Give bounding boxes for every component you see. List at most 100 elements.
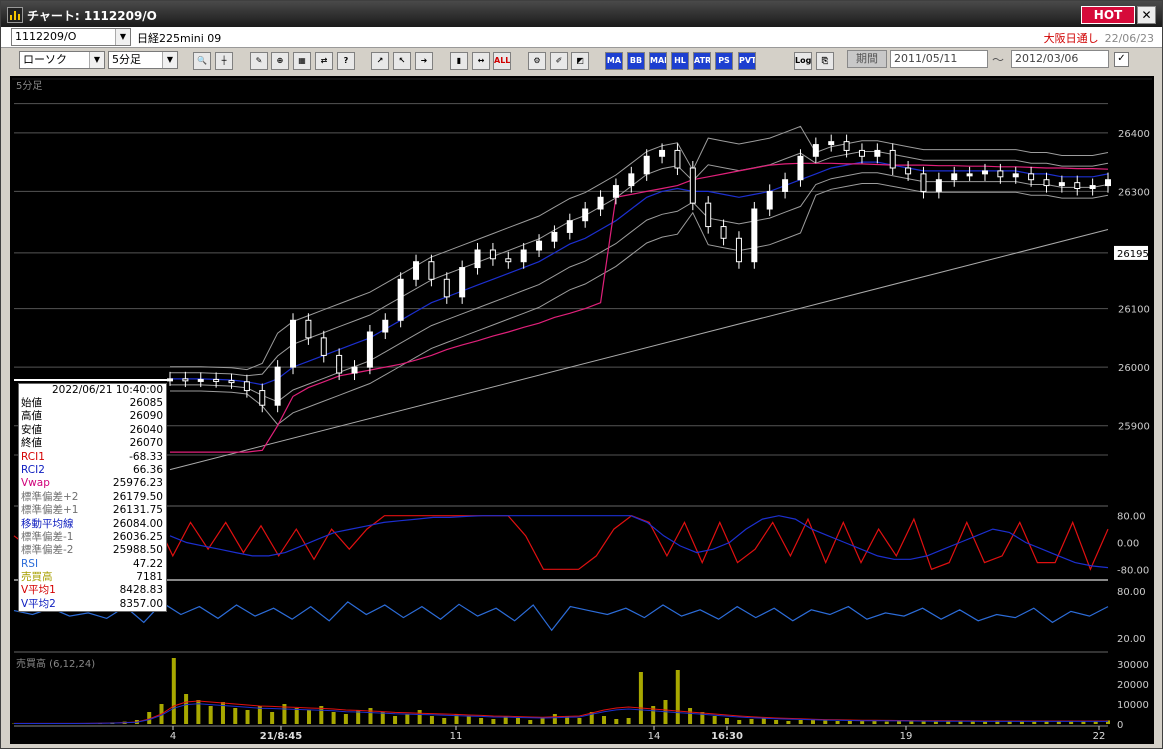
- volume-bar: [270, 712, 275, 724]
- volume-bar: [393, 716, 398, 724]
- candle-body: [812, 144, 819, 157]
- bollinger-band-line: [170, 151, 1109, 377]
- compare-icon[interactable]: ⇄: [315, 52, 333, 70]
- candle-body: [905, 167, 912, 175]
- data-window-row: RCI1 -68.33: [19, 451, 166, 464]
- volume-tick-label: 30000: [1117, 660, 1149, 671]
- info-icon[interactable]: ?: [337, 52, 355, 70]
- magnify-icon[interactable]: ⊕: [271, 52, 289, 70]
- candle-body: [643, 155, 650, 175]
- atr-icon[interactable]: ATR: [693, 52, 711, 70]
- symbol-combo[interactable]: 1112209/O ▼: [11, 28, 131, 46]
- period-checkbox[interactable]: ✓: [1114, 52, 1129, 67]
- volume-title: 売買高 (6,12,24): [16, 657, 95, 670]
- grid-icon[interactable]: ▦: [293, 52, 311, 70]
- chevron-down-icon[interactable]: ▼: [115, 29, 130, 45]
- candle-body: [228, 380, 235, 384]
- hot-button[interactable]: HOT: [1081, 6, 1135, 24]
- chart-window: チャート: 1112209/O HOT ✕ 1112209/O ▼ 日経225m…: [0, 0, 1163, 749]
- volume-bar: [184, 694, 189, 724]
- volume-bar: [626, 718, 631, 724]
- rci-tick-label: 80.00: [1117, 512, 1146, 523]
- settings-icon[interactable]: ⚙: [528, 52, 546, 70]
- candle-body: [551, 231, 558, 242]
- export-icon[interactable]: ⎘: [816, 52, 834, 70]
- volume-bar: [577, 718, 582, 724]
- volume-bar: [1032, 721, 1037, 724]
- bb-icon[interactable]: BB: [627, 52, 645, 70]
- trend-icon[interactable]: ↗: [371, 52, 389, 70]
- price-tick-label: 26000: [1118, 363, 1150, 374]
- candle-body: [520, 249, 527, 263]
- data-window-row: 高値 26090: [19, 410, 166, 423]
- data-window-value: 8428.83: [119, 584, 163, 597]
- volume-bar: [688, 708, 693, 724]
- volume-bar: [884, 721, 889, 724]
- volume-bar: [798, 720, 803, 724]
- volume-tick-label: 0: [1117, 720, 1123, 731]
- data-window-row: RSI 47.22: [19, 558, 166, 571]
- candle-body: [274, 366, 281, 406]
- data-window-value: 26090: [129, 410, 163, 423]
- ma-icon[interactable]: MA: [605, 52, 623, 70]
- candle-body: [1043, 179, 1050, 187]
- data-window-value: 26084.00: [112, 517, 163, 530]
- candle-body: [705, 202, 712, 228]
- rsi-tick-label: 20.00: [1117, 634, 1146, 645]
- mae-icon[interactable]: MAE: [649, 52, 667, 70]
- data-window-row: 標準偏差+1 26131.75: [19, 504, 166, 517]
- title-bar[interactable]: チャート: 1112209/O HOT ✕: [1, 1, 1162, 27]
- candle-body: [1105, 179, 1111, 187]
- candle-body: [413, 261, 420, 280]
- candle-body: [935, 179, 942, 192]
- volume-bar: [294, 708, 299, 724]
- data-window-value: 26179.50: [112, 490, 163, 503]
- data-window-value: 26085: [129, 397, 163, 409]
- interval-select[interactable]: 5分足 ▼: [108, 51, 178, 69]
- chart-area[interactable]: 5分足 26400 26300 26100 26000 25900 26195 80.00 0.…: [10, 76, 1154, 744]
- pvt-icon[interactable]: PVT: [738, 52, 756, 70]
- exchange-date: 22/06/23: [1104, 32, 1154, 45]
- fit-icon[interactable]: ↔: [472, 52, 490, 70]
- date-to-field[interactable]: 2012/03/06: [1011, 50, 1109, 68]
- volume-bar: [860, 721, 865, 724]
- draw-icon[interactable]: ✎: [250, 52, 268, 70]
- volume-bar: [1069, 721, 1074, 724]
- chart-type-select[interactable]: ローソク ▼: [19, 51, 105, 69]
- cursor-icon[interactable]: ↖: [393, 52, 411, 70]
- volume-bar: [897, 721, 902, 724]
- all-icon[interactable]: ALL: [493, 52, 511, 70]
- vwap-line: [170, 162, 1109, 453]
- volume-bar: [614, 719, 619, 724]
- ps-icon[interactable]: PS: [715, 52, 733, 70]
- volume-bar: [528, 720, 533, 724]
- brush-icon[interactable]: ✐: [550, 52, 568, 70]
- log-icon[interactable]: Log: [794, 52, 812, 70]
- chart-canvas[interactable]: 5分足 26400 26300 26100 26000 25900 26195 80.00 0.…: [10, 76, 1154, 744]
- close-button[interactable]: ✕: [1137, 6, 1156, 24]
- palette-icon[interactable]: ◩: [571, 52, 589, 70]
- candle-body: [889, 149, 896, 169]
- crosshair-icon[interactable]: ┼: [215, 52, 233, 70]
- candle-body: [1028, 173, 1035, 181]
- zoom-icon[interactable]: 🔍: [193, 52, 211, 70]
- volume-bar: [675, 670, 680, 724]
- candle-body: [1074, 182, 1081, 190]
- period-button[interactable]: 期間: [847, 50, 887, 68]
- candle-icon[interactable]: ▮: [450, 52, 468, 70]
- arrow-icon[interactable]: ➜: [415, 52, 433, 70]
- hl-icon[interactable]: HL: [671, 52, 689, 70]
- candle-body: [351, 366, 358, 374]
- chevron-down-icon[interactable]: ▼: [162, 52, 177, 68]
- volume-bar: [638, 672, 643, 724]
- candle-body: [336, 354, 343, 374]
- candle-body: [612, 185, 619, 198]
- candle-body: [828, 141, 835, 146]
- date-from-field[interactable]: 2011/05/11: [890, 50, 988, 68]
- candle-body: [243, 381, 250, 392]
- volume-bar: [786, 721, 791, 724]
- data-window-rows: 始値 26085 高値 26090 安値 26040 終値 26070 RCI1 -68.33 RC…: [19, 397, 166, 611]
- data-window-row: 移動平均線 26084.00: [19, 518, 166, 531]
- chevron-down-icon[interactable]: ▼: [89, 52, 104, 68]
- data-window-label: 高値: [21, 410, 42, 423]
